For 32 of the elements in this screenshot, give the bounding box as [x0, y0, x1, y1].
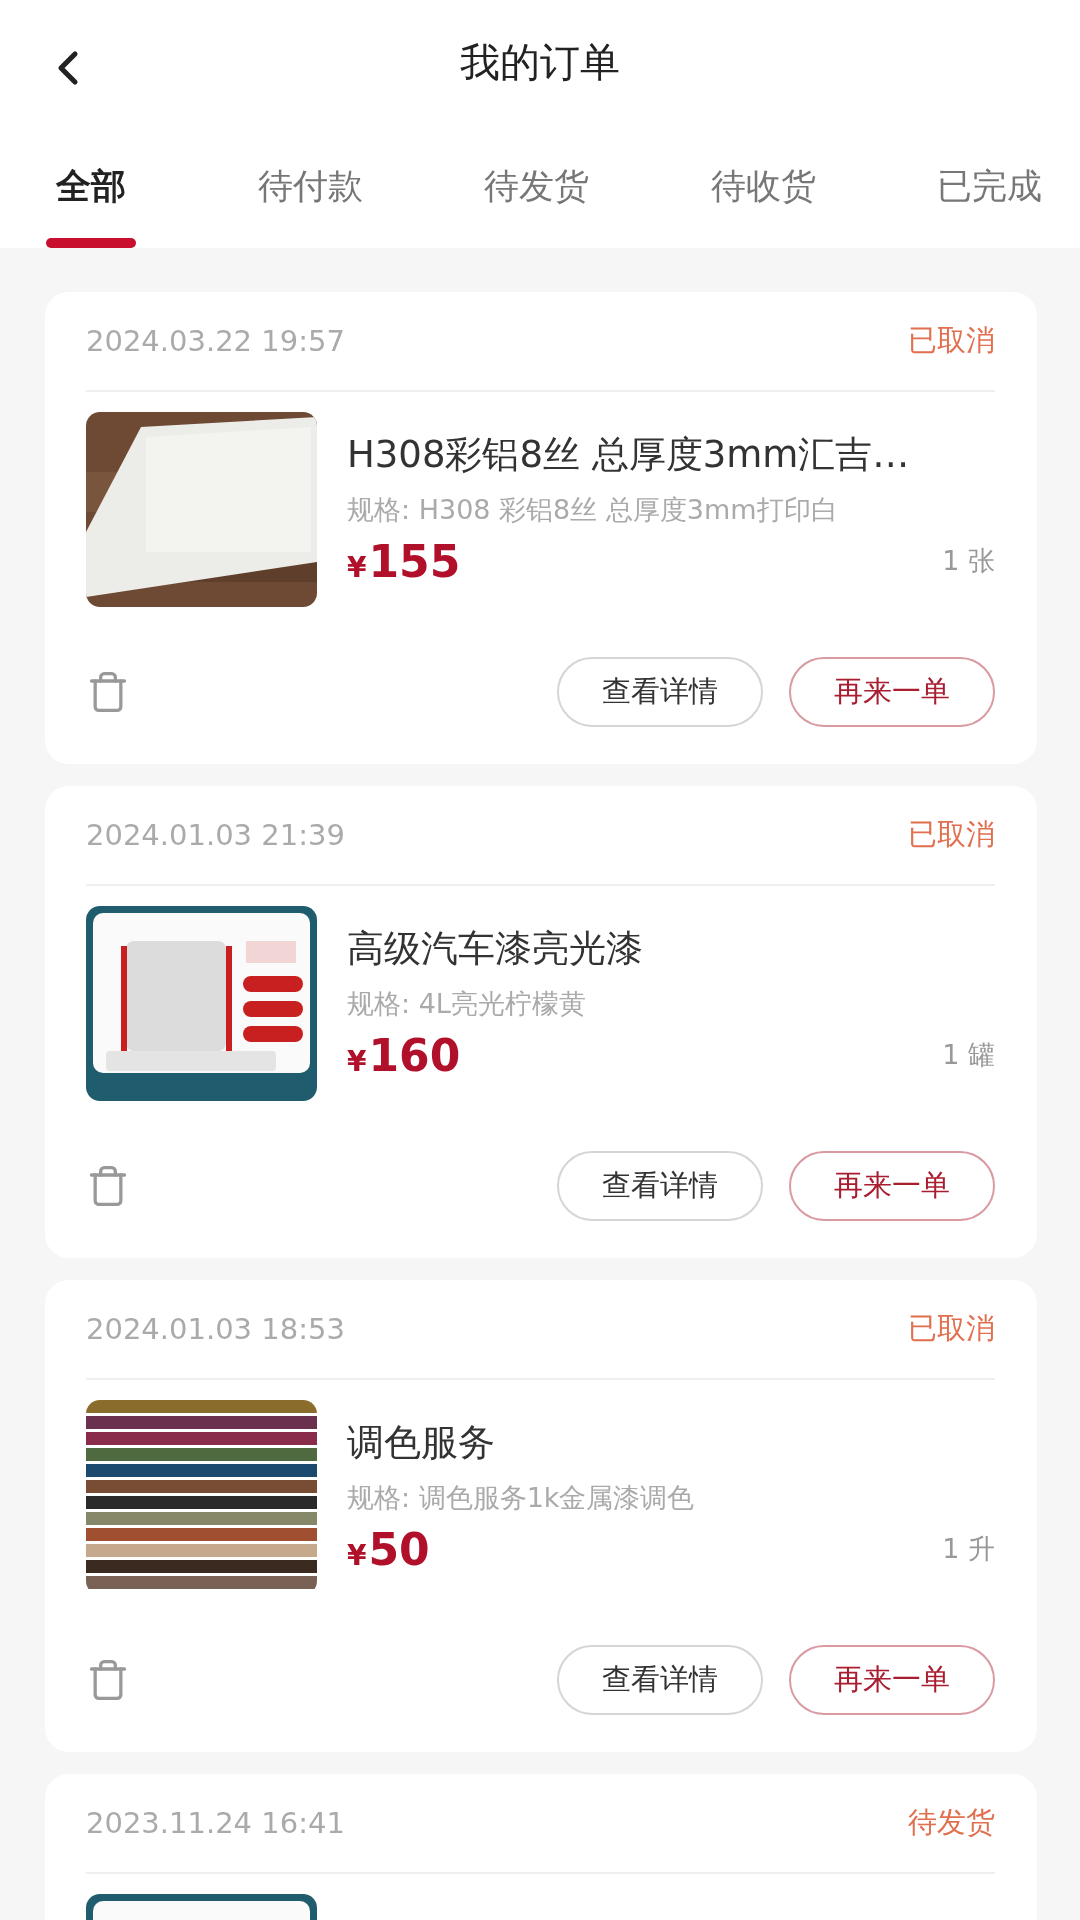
product-quantity: 1 升 [942, 1532, 995, 1566]
reorder-button[interactable]: 再来一单 [789, 1645, 995, 1715]
order-date: 2024.01.03 21:39 [86, 818, 345, 852]
reorder-button[interactable]: 再来一单 [789, 657, 995, 727]
page-title: 我的订单 [460, 38, 620, 87]
details-button[interactable]: 查看详情 [557, 1151, 763, 1221]
reorder-button[interactable]: 再来一单 [789, 1151, 995, 1221]
product-spec: 规格: 调色服务1k金属漆调色 [347, 1481, 696, 1515]
order-date: 2024.03.22 19:57 [86, 324, 345, 358]
order-tab[interactable]: 已完成 [937, 125, 1042, 238]
product-price: ¥155 [347, 536, 461, 587]
order-tab[interactable]: 待收货 [710, 125, 816, 238]
product-title: 高级汽车漆亮光漆 [347, 926, 644, 972]
product-quantity: 1 罐 [942, 1038, 995, 1072]
product-spec: 规格: H308 彩铝8丝 总厚度3mm打印白 [347, 493, 839, 527]
product-price: ¥160 [347, 1030, 461, 1081]
order-tab[interactable]: 全部 [56, 125, 126, 238]
order-date: 2024.01.03 18:53 [86, 1312, 345, 1346]
order-date: 2023.11.24 16:41 [86, 1806, 345, 1840]
product-spec: 规格: 4L亮光柠檬黄 [347, 987, 587, 1021]
order-status: 已取消 [908, 816, 995, 853]
product-price: ¥50 [347, 1524, 430, 1575]
product-title: 调色服务 [347, 1420, 496, 1466]
order-tab[interactable]: 待发货 [484, 125, 589, 238]
order-tab[interactable]: 待付款 [257, 125, 363, 238]
details-button[interactable]: 查看详情 [557, 1645, 763, 1715]
order-status: 已取消 [908, 1310, 995, 1347]
product-title: H308彩铝8丝 总厚度3mm汇吉… [347, 432, 911, 478]
product-quantity: 1 张 [942, 544, 995, 578]
order-status: 待发货 [908, 1804, 995, 1841]
details-button[interactable]: 查看详情 [557, 657, 763, 727]
order-status: 已取消 [908, 322, 995, 359]
